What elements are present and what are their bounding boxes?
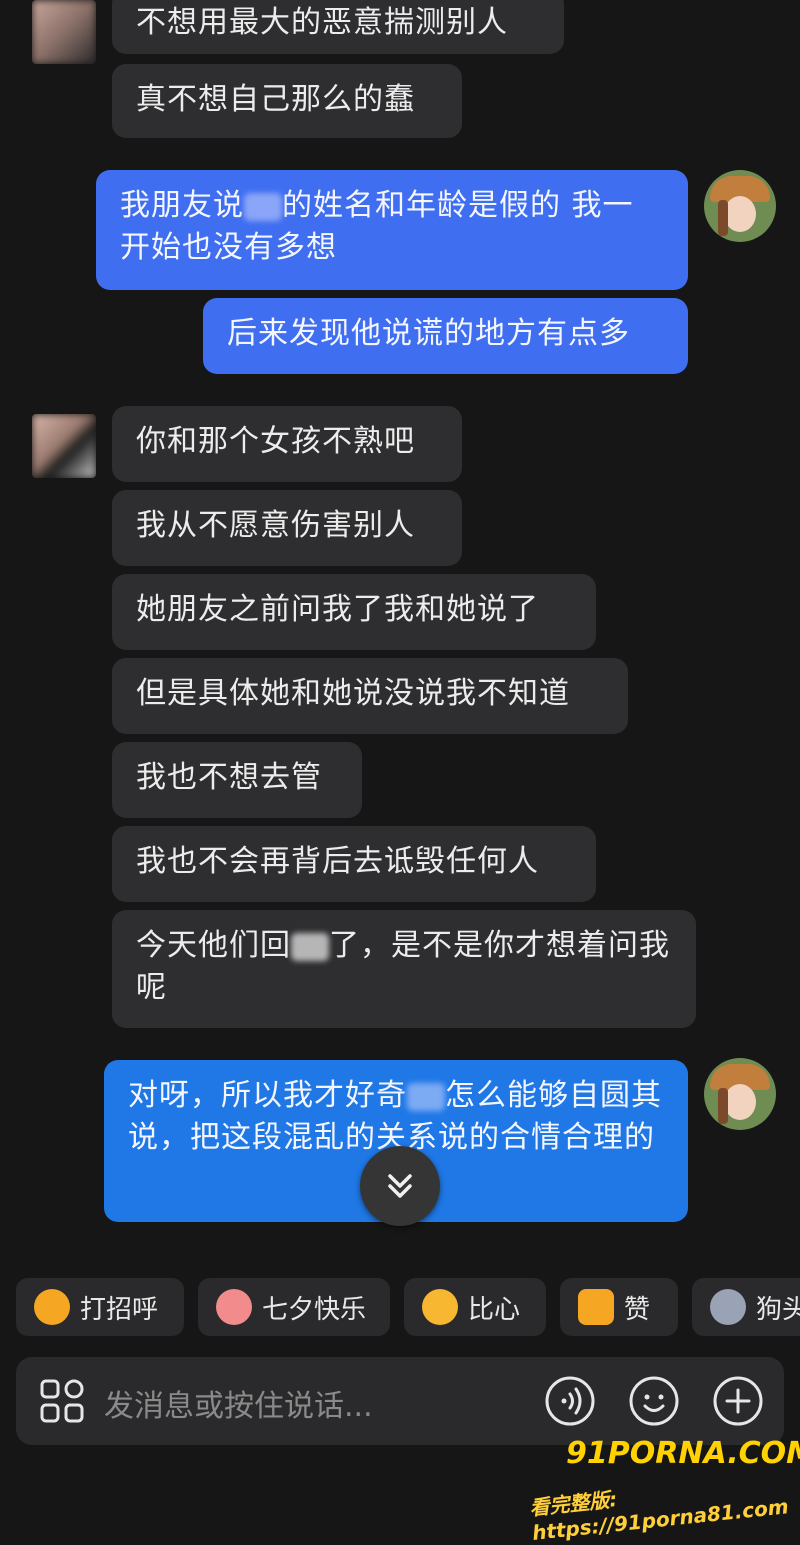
message-text: 我也不会再背后去诋毁任何人 bbox=[136, 844, 539, 879]
message-bubble[interactable]: 你和那个女孩不熟吧 bbox=[112, 406, 462, 482]
quick-reply-like[interactable]: 赞 bbox=[560, 1278, 678, 1336]
plus-icon[interactable] bbox=[712, 1375, 764, 1427]
heart-hands-emoji-icon bbox=[422, 1289, 458, 1325]
wave-emoji-icon bbox=[34, 1289, 70, 1325]
message-bubble[interactable]: 我从不愿意伤害别人 bbox=[112, 490, 462, 566]
dog-head-emoji-icon bbox=[710, 1289, 746, 1325]
message-text: 你和那个女孩不熟吧 bbox=[136, 424, 415, 459]
user-avatar[interactable] bbox=[704, 170, 776, 242]
emoji-icon[interactable] bbox=[628, 1375, 680, 1427]
redacted-name bbox=[244, 192, 282, 221]
message-bubble[interactable]: 我也不会再背后去诋毁任何人 bbox=[112, 826, 596, 902]
message-text: 不想用最大的恶意揣测别人 bbox=[136, 5, 508, 40]
message-text: 我也不想去管 bbox=[136, 760, 322, 795]
message-text: 真不想自己那么的蠢 bbox=[136, 82, 415, 117]
message-text: 我从不愿意伤害别人 bbox=[136, 508, 415, 543]
redacted-word bbox=[291, 932, 329, 961]
message-bubble[interactable]: 我也不想去管 bbox=[112, 742, 362, 818]
message-bubble[interactable]: 不想用最大的恶意揣测别人 bbox=[112, 0, 564, 54]
message-bubble[interactable]: 真不想自己那么的蠢 bbox=[112, 64, 462, 138]
user-avatar[interactable] bbox=[704, 1058, 776, 1130]
message-text: 后来发现他说谎的地方有点多 bbox=[227, 316, 630, 351]
contact-avatar[interactable] bbox=[32, 0, 96, 64]
contact-avatar[interactable] bbox=[32, 414, 96, 478]
message-bubble[interactable]: 但是具体她和她说没说我不知道 bbox=[112, 658, 628, 734]
message-input-bar[interactable]: 发消息或按住说话... bbox=[16, 1357, 784, 1445]
scroll-to-bottom-button[interactable] bbox=[360, 1146, 440, 1226]
message-bubble[interactable]: 我朋友说 的姓名和年龄是假的 我一开始也没有多想 bbox=[96, 170, 688, 290]
bird-emoji-icon bbox=[216, 1289, 252, 1325]
thumbs-up-emoji-icon bbox=[578, 1289, 614, 1325]
message-text: 但是具体她和她说没说我不知道 bbox=[136, 676, 570, 711]
quick-reply-greet[interactable]: 打招呼 bbox=[16, 1278, 184, 1336]
message-input[interactable]: 发消息或按住说话... bbox=[104, 1381, 373, 1425]
quick-reply-heart[interactable]: 比心 bbox=[404, 1278, 546, 1336]
message-bubble[interactable]: 今天他们回 了，是不是你才想着问我呢 bbox=[112, 910, 696, 1028]
message-bubble[interactable]: 她朋友之前问我了我和她说了 bbox=[112, 574, 596, 650]
redacted-name bbox=[407, 1082, 445, 1111]
voice-icon[interactable] bbox=[544, 1375, 596, 1427]
message-text: 对呀，所以我才好奇 bbox=[128, 1078, 407, 1113]
message-text: 我朋友说 bbox=[120, 188, 244, 223]
apps-grid-icon[interactable] bbox=[36, 1375, 88, 1427]
quick-reply-doge[interactable]: 狗头 bbox=[692, 1278, 800, 1336]
double-chevron-down-icon bbox=[388, 1174, 412, 1198]
quick-reply-qixi[interactable]: 七夕快乐 bbox=[198, 1278, 390, 1336]
message-bubble[interactable]: 后来发现他说谎的地方有点多 bbox=[203, 298, 688, 374]
message-text: 她朋友之前问我了我和她说了 bbox=[136, 592, 539, 627]
message-text: 今天他们回 bbox=[136, 928, 291, 963]
watermark-logo: 91PORNA.COM bbox=[566, 1436, 800, 1471]
